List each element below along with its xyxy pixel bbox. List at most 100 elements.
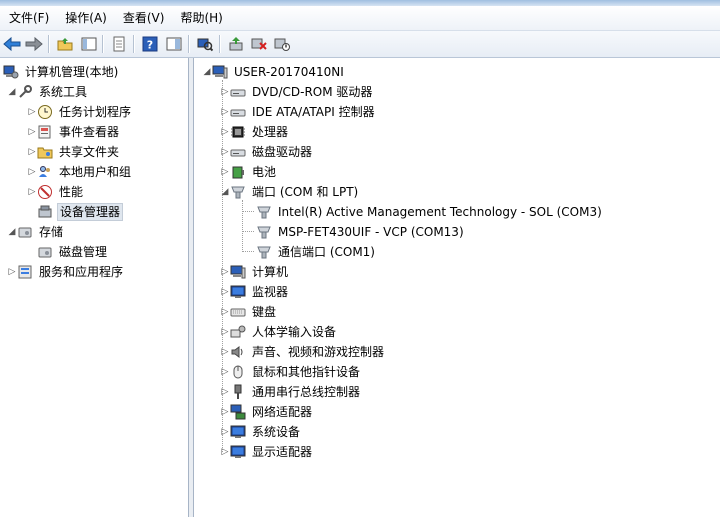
collapse-arrow-icon[interactable]: ◢ bbox=[202, 62, 212, 82]
action-pane-icon[interactable] bbox=[164, 34, 184, 54]
device-category-mouse[interactable]: ▷ 鼠标和其他指针设备 bbox=[220, 362, 362, 382]
properties-icon[interactable] bbox=[109, 34, 129, 54]
uninstall-device-icon[interactable] bbox=[249, 34, 269, 54]
device-category-monitor[interactable]: ▷ 监视器 bbox=[220, 282, 290, 302]
collapse-arrow-icon[interactable]: ◢ bbox=[7, 82, 17, 102]
device-category-network[interactable]: ▷ 网络适配器 bbox=[220, 402, 314, 422]
tree-item-computer-management[interactable]: 计算机管理(本地) bbox=[3, 62, 120, 82]
port-icon bbox=[256, 204, 272, 220]
expand-arrow-icon[interactable]: ▷ bbox=[220, 122, 230, 142]
up-level-icon[interactable] bbox=[55, 34, 75, 54]
tree-item-local-users[interactable]: ▷ 本地用户和组 bbox=[27, 162, 133, 182]
expand-arrow-icon[interactable]: ▷ bbox=[220, 442, 230, 462]
device-category-usb[interactable]: ▷ 通用串行总线控制器 bbox=[220, 382, 362, 402]
tree-item-services-apps[interactable]: ▷ 服务和应用程序 bbox=[7, 262, 125, 282]
update-driver-icon[interactable] bbox=[226, 34, 246, 54]
device-category-disk[interactable]: ▷ 磁盘驱动器 bbox=[220, 142, 314, 162]
port-icon bbox=[256, 244, 272, 260]
device-category-computer[interactable]: ▷ 计算机 bbox=[220, 262, 290, 282]
monitor-icon bbox=[230, 284, 246, 300]
expand-arrow-icon[interactable]: ▷ bbox=[27, 142, 37, 162]
tree-item-disk-management[interactable]: 磁盘管理 bbox=[37, 242, 109, 262]
expand-arrow-icon[interactable]: ▷ bbox=[7, 262, 17, 282]
scan-hardware-icon[interactable] bbox=[195, 34, 215, 54]
expand-arrow-icon[interactable]: ▷ bbox=[27, 182, 37, 202]
device-port-com1[interactable]: 通信端口 (COM1) bbox=[256, 242, 377, 262]
forward-arrow-icon[interactable] bbox=[24, 34, 44, 54]
speaker-icon bbox=[230, 344, 246, 360]
storage-icon bbox=[17, 224, 33, 240]
collapse-arrow-icon[interactable]: ◢ bbox=[220, 182, 230, 202]
tree-item-performance[interactable]: ▷ 性能 bbox=[27, 182, 85, 202]
menu-help[interactable]: 帮助(H) bbox=[172, 6, 230, 30]
device-category-ports[interactable]: ◢ 端口 (COM 和 LPT) bbox=[220, 182, 360, 202]
device-category-sound[interactable]: ▷ 声音、视频和游戏控制器 bbox=[220, 342, 386, 362]
console-tree-pane: 计算机管理(本地) ◢ 系统工具 ▷ 任务计划程序 ▷ 事件查看器 ▷ 共享文件… bbox=[0, 58, 189, 517]
expand-arrow-icon[interactable]: ▷ bbox=[220, 342, 230, 362]
menu-bar: 文件(F) 操作(A) 查看(V) 帮助(H) bbox=[0, 6, 720, 31]
system-devices-icon bbox=[230, 424, 246, 440]
computer-management-icon bbox=[3, 64, 19, 80]
expand-arrow-icon[interactable]: ▷ bbox=[220, 142, 230, 162]
expand-arrow-icon[interactable]: ▷ bbox=[27, 122, 37, 142]
menu-file[interactable]: 文件(F) bbox=[0, 6, 57, 30]
expand-arrow-icon[interactable]: ▷ bbox=[27, 162, 37, 182]
services-icon bbox=[17, 264, 33, 280]
event-viewer-icon bbox=[37, 124, 53, 140]
clock-icon bbox=[37, 104, 53, 120]
performance-icon bbox=[37, 184, 53, 200]
expand-arrow-icon[interactable]: ▷ bbox=[220, 422, 230, 442]
dvd-drive-icon bbox=[230, 84, 246, 100]
display-adapter-icon bbox=[230, 444, 246, 460]
tree-item-storage[interactable]: ◢ 存储 bbox=[7, 222, 65, 242]
tree-item-device-manager[interactable]: 设备管理器 bbox=[37, 202, 124, 222]
expand-arrow-icon[interactable]: ▷ bbox=[220, 402, 230, 422]
expand-arrow-icon[interactable]: ▷ bbox=[220, 362, 230, 382]
expand-arrow-icon[interactable]: ▷ bbox=[220, 162, 230, 182]
device-tree-pane: ◢ USER-20170410NI ▷ DVD/CD-ROM 驱动器 ▷ IDE… bbox=[194, 58, 720, 517]
show-hide-tree-icon[interactable] bbox=[79, 34, 99, 54]
device-category-battery[interactable]: ▷ 电池 bbox=[220, 162, 278, 182]
expand-arrow-icon[interactable]: ▷ bbox=[27, 102, 37, 122]
device-category-display[interactable]: ▷ 显示适配器 bbox=[220, 442, 314, 462]
ide-controller-icon bbox=[230, 104, 246, 120]
tree-item-system-tools[interactable]: ◢ 系统工具 bbox=[7, 82, 89, 102]
expand-arrow-icon[interactable]: ▷ bbox=[220, 262, 230, 282]
keyboard-icon bbox=[230, 304, 246, 320]
device-category-keyboard[interactable]: ▷ 键盘 bbox=[220, 302, 278, 322]
usb-icon bbox=[230, 384, 246, 400]
computer-icon bbox=[230, 264, 246, 280]
menu-action[interactable]: 操作(A) bbox=[57, 6, 115, 30]
device-category-dvd[interactable]: ▷ DVD/CD-ROM 驱动器 bbox=[220, 82, 374, 102]
hid-icon bbox=[230, 324, 246, 340]
device-port-intel-amt[interactable]: Intel(R) Active Management Technology - … bbox=[256, 202, 604, 222]
expand-arrow-icon[interactable]: ▷ bbox=[220, 102, 230, 122]
menu-view[interactable]: 查看(V) bbox=[115, 6, 173, 30]
mouse-icon bbox=[230, 364, 246, 380]
device-category-processor[interactable]: ▷ 处理器 bbox=[220, 122, 290, 142]
expand-arrow-icon[interactable]: ▷ bbox=[220, 322, 230, 342]
tree-item-task-scheduler[interactable]: ▷ 任务计划程序 bbox=[27, 102, 133, 122]
expand-arrow-icon[interactable]: ▷ bbox=[220, 382, 230, 402]
processor-icon bbox=[230, 124, 246, 140]
tree-item-computer-root[interactable]: ◢ USER-20170410NI bbox=[202, 62, 346, 82]
system-tools-icon bbox=[17, 84, 33, 100]
disk-drive-icon bbox=[230, 144, 246, 160]
expand-arrow-icon[interactable]: ▷ bbox=[220, 82, 230, 102]
disk-management-icon bbox=[37, 244, 53, 260]
battery-icon bbox=[230, 164, 246, 180]
expand-arrow-icon[interactable]: ▷ bbox=[220, 282, 230, 302]
device-port-msp-fet[interactable]: MSP-FET430UIF - VCP (COM13) bbox=[256, 222, 466, 242]
tree-item-event-viewer[interactable]: ▷ 事件查看器 bbox=[27, 122, 121, 142]
disable-device-icon[interactable] bbox=[272, 34, 292, 54]
help-icon[interactable]: ? bbox=[140, 34, 160, 54]
device-category-system[interactable]: ▷ 系统设备 bbox=[220, 422, 302, 442]
device-category-ide[interactable]: ▷ IDE ATA/ATAPI 控制器 bbox=[220, 102, 377, 122]
back-arrow-icon[interactable] bbox=[2, 34, 22, 54]
device-manager-icon bbox=[37, 204, 53, 220]
tree-item-shared-folders[interactable]: ▷ 共享文件夹 bbox=[27, 142, 121, 162]
expand-arrow-icon[interactable]: ▷ bbox=[220, 302, 230, 322]
collapse-arrow-icon[interactable]: ◢ bbox=[7, 222, 17, 242]
device-category-hid[interactable]: ▷ 人体学输入设备 bbox=[220, 322, 338, 342]
port-icon bbox=[230, 184, 246, 200]
